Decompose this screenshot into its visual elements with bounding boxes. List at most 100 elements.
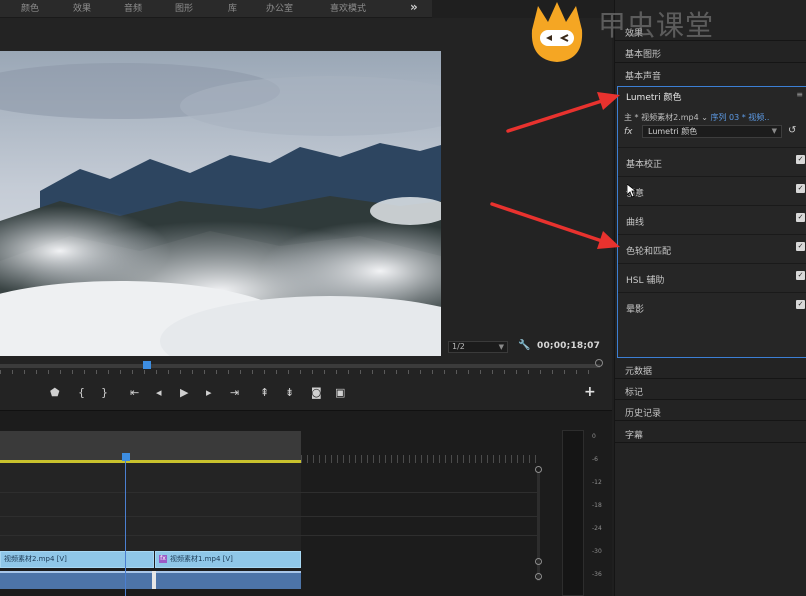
meter-label: -24 — [592, 525, 602, 532]
meter-label: -12 — [592, 479, 602, 486]
workspace-tab-graphics[interactable]: 图形 — [175, 1, 193, 14]
panel-divider — [615, 62, 806, 63]
timeline-playhead-line — [125, 461, 126, 596]
workspace-tab-office[interactable]: 办公室 — [266, 1, 293, 14]
timeline-ruler-ticks — [301, 455, 541, 463]
section-creative[interactable]: 创意 ✓ — [618, 176, 806, 204]
panel-header-essential-graphics[interactable]: 基本图形 — [625, 47, 661, 60]
section-vignette[interactable]: 晕影 ✓ — [618, 292, 806, 320]
video-frame — [0, 51, 441, 356]
track-divider — [0, 516, 540, 517]
workspace-tab-color[interactable]: 颜色 — [21, 1, 39, 14]
mouse-cursor-icon — [626, 183, 638, 201]
scrubber-track — [0, 364, 600, 368]
workspace-overflow-button[interactable]: » — [410, 0, 418, 14]
extract-icon[interactable]: ⇟ — [285, 386, 294, 399]
panel-header-history[interactable]: 历史记录 — [625, 406, 661, 419]
fx-icon[interactable]: fx — [624, 127, 633, 137]
video-clip[interactable]: fx 视频素材1.mp4 [V] — [155, 551, 301, 568]
scroll-handle-bottom[interactable] — [535, 573, 542, 580]
lift-icon[interactable]: ⇞ — [260, 386, 269, 399]
effect-select[interactable]: Lumetri 颜色 ▼ — [642, 125, 782, 138]
panel-header-markers[interactable]: 标记 — [625, 385, 643, 398]
scrubber-ticks — [0, 370, 600, 374]
scrubber-end-handle[interactable] — [595, 359, 603, 367]
scroll-handle-mid[interactable] — [535, 558, 542, 565]
chevron-down-icon: ▼ — [771, 127, 777, 135]
lumetri-panel-title[interactable]: Lumetri 颜色 — [626, 90, 681, 103]
clip-label: 视频素材2.mp4 [V] — [4, 555, 67, 563]
sequence-label[interactable]: 序列 03 * 视频.. — [710, 113, 769, 122]
section-label: 晕影 — [626, 305, 645, 315]
audio-clip[interactable] — [0, 571, 152, 589]
meter-label: -6 — [592, 456, 598, 463]
audio-meter: 0 -6 -12 -18 -24 -30 -36 — [556, 430, 606, 596]
brand-logo — [524, 0, 590, 66]
section-enable-checkbox[interactable]: ✓ — [796, 184, 805, 193]
effect-select-value: Lumetri 颜色 — [648, 127, 698, 136]
panel-header-captions[interactable]: 字幕 — [625, 428, 643, 441]
lumetri-color-panel: Lumetri 颜色 ≡ 主 * 视频素材2.mp4 ⌄ 序列 03 * 视频.… — [617, 86, 806, 358]
panel-menu-icon[interactable]: ≡ — [796, 90, 803, 99]
workspace-tab-favorite[interactable]: 喜欢模式 — [330, 1, 366, 14]
fx-badge-icon: fx — [159, 555, 167, 563]
section-hsl-secondary[interactable]: HSL 辅助 ✓ — [618, 263, 806, 291]
panel-header-metadata[interactable]: 元数据 — [625, 364, 652, 377]
section-enable-checkbox[interactable]: ✓ — [796, 242, 805, 251]
add-marker-icon[interactable]: ⬟ — [50, 386, 60, 399]
timeline-track-area[interactable] — [0, 463, 301, 551]
video-clip[interactable]: 视频素材2.mp4 [V] — [0, 551, 154, 568]
audio-clip[interactable] — [156, 571, 301, 589]
button-editor-plus-button[interactable]: + — [584, 384, 596, 400]
section-enable-checkbox[interactable]: ✓ — [796, 300, 805, 309]
workspace-bar: 颜色 效果 音频 图形 库 办公室 喜欢模式 » — [0, 0, 432, 18]
timeline-playhead-handle[interactable] — [122, 453, 130, 461]
timecode: 00;00;18;07 — [537, 341, 601, 351]
section-label: 基本校正 — [626, 160, 663, 170]
video-preview — [0, 51, 441, 356]
meter-label: 0 — [592, 433, 596, 440]
section-enable-checkbox[interactable]: ✓ — [796, 155, 805, 164]
compare-view-icon[interactable]: ▣ — [335, 386, 345, 399]
section-basic-correction[interactable]: 基本校正 ✓ — [618, 147, 806, 175]
source-sequence-selector[interactable]: 主 * 视频素材2.mp4 ⌄ 序列 03 * 视频.. — [624, 112, 769, 123]
go-to-out-icon[interactable]: ⇥ — [230, 386, 239, 399]
panel-divider — [615, 399, 806, 400]
section-label: 色轮和匹配 — [626, 247, 672, 257]
workspace-tab-library[interactable]: 库 — [228, 1, 237, 14]
transport-controls: ⬟ { } ⇤ ◂ ▶ ▸ ⇥ ⇞ ⇟ ◙ ▣ + — [0, 384, 612, 406]
zoom-value: 1/2 — [452, 342, 465, 351]
section-color-wheels-match[interactable]: 色轮和匹配 ✓ — [618, 234, 806, 262]
track-divider — [0, 492, 540, 493]
section-label: HSL 辅助 — [626, 276, 665, 286]
track-divider — [0, 535, 540, 536]
section-enable-checkbox[interactable]: ✓ — [796, 213, 805, 222]
panel-divider — [615, 420, 806, 421]
timeline-ruler[interactable] — [0, 431, 301, 461]
wrench-icon[interactable]: 🔧 — [518, 340, 530, 351]
section-curves[interactable]: 曲线 ✓ — [618, 205, 806, 233]
meter-label: -18 — [592, 502, 602, 509]
camera-icon[interactable]: ◙ — [311, 386, 322, 399]
section-enable-checkbox[interactable]: ✓ — [796, 271, 805, 280]
monitor-scrubber[interactable] — [0, 358, 603, 378]
timeline-panel: 视频素材2.mp4 [V] fx 视频素材1.mp4 [V] — [0, 410, 612, 596]
scrubber-playhead[interactable] — [143, 361, 151, 369]
zoom-dropdown[interactable]: 1/2 ▼ — [448, 341, 508, 353]
workspace-tab-effects[interactable]: 效果 — [73, 1, 91, 14]
mark-out-icon[interactable]: } — [101, 386, 108, 399]
scroll-handle-top[interactable] — [535, 466, 542, 473]
right-panel: 效果 基本图形 基本声音 Lumetri 颜色 ≡ 主 * 视频素材2.mp4 … — [614, 0, 806, 596]
workspace-tab-audio[interactable]: 音频 — [124, 1, 142, 14]
clip-label: 视频素材1.mp4 [V] — [170, 555, 233, 563]
meter-label: -36 — [592, 571, 602, 578]
step-back-icon[interactable]: ◂ — [156, 386, 162, 399]
panel-divider — [615, 378, 806, 379]
reset-icon[interactable]: ↺ — [788, 125, 796, 136]
step-forward-icon[interactable]: ▸ — [206, 386, 212, 399]
go-to-in-icon[interactable]: ⇤ — [130, 386, 139, 399]
source-clip-label[interactable]: 主 * 视频素材2.mp4 ⌄ — [624, 113, 708, 122]
play-icon[interactable]: ▶ — [180, 386, 188, 399]
mark-in-icon[interactable]: { — [78, 386, 85, 399]
panel-header-essential-sound[interactable]: 基本声音 — [625, 69, 661, 82]
